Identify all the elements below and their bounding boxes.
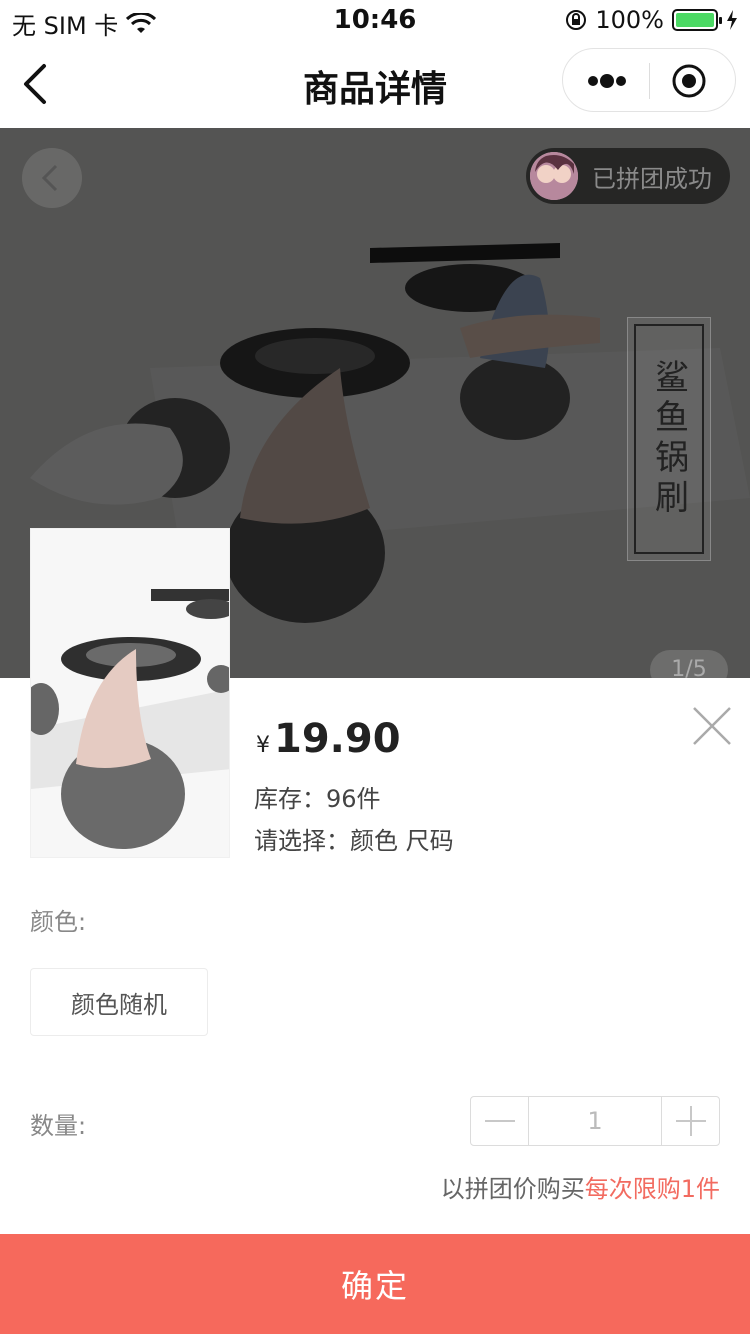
chevron-left-icon [41,164,58,192]
product-name-label: 鲨鱼锅刷 [627,317,711,561]
limit-prefix: 以拼团价购买 [440,1175,585,1203]
price-value: 19.90 [274,716,401,762]
battery-icon [672,9,722,31]
quantity-label: 数量: [30,1112,87,1140]
status-right: 100% [565,6,738,34]
purchase-limit-note: 以拼团价购买每次限购1件 [441,1169,720,1204]
image-page-indicator: 1/5 [650,650,728,680]
minus-icon [484,1120,515,1122]
capsule-divider [649,63,650,99]
mini-program-capsule [562,48,736,112]
plus-icon [675,1106,706,1136]
limit-highlight: 每次限购1件 [584,1175,720,1203]
increment-button[interactable] [662,1097,719,1145]
status-bar: 无 SIM 卡 10:46 100% [0,0,750,40]
group-badge-text: 已拼团成功 [592,164,712,193]
group-success-badge: 已拼团成功 [526,148,730,204]
stock-text: 库存：96件 [254,785,381,813]
close-mini-program-icon[interactable] [671,63,707,99]
color-label: 颜色: [30,908,87,936]
orientation-lock-icon [566,10,587,30]
battery-text: 100% [595,6,664,34]
product-name-text: 鲨鱼锅刷 [648,359,689,519]
quantity-input[interactable]: 1 [528,1097,662,1145]
price: ¥ 19.90 [256,716,401,762]
selection-hint: 请选择：颜色 尺码 [254,827,454,855]
color-option[interactable]: 颜色随机 [30,968,208,1036]
nav-bar: 商品详情 [0,40,750,128]
close-icon[interactable] [692,706,732,746]
product-thumbnail [30,528,230,858]
avatar [530,152,578,200]
battery-fill [676,13,714,27]
hero-back-button[interactable] [22,148,82,208]
product-name-frame: 鲨鱼锅刷 [634,324,704,554]
quantity-stepper: 1 [470,1096,720,1146]
charging-icon [727,10,737,30]
currency-symbol: ¥ [256,733,270,758]
more-icon[interactable] [585,61,629,101]
confirm-button[interactable]: 确定 [0,1234,750,1334]
decrement-button[interactable] [471,1097,528,1145]
